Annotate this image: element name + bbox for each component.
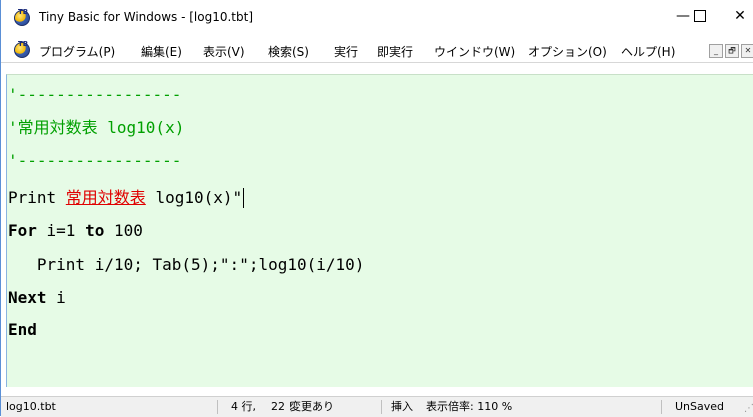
menu-edit[interactable]: 編集(E): [141, 43, 182, 60]
code-line-1: '-----------------: [8, 85, 182, 104]
syntax-error-token: 常用対数表: [65, 188, 146, 207]
code-line-4: Print 常用対数表 log10(x)": [8, 188, 245, 208]
menu-options[interactable]: オプション(O): [528, 43, 607, 60]
status-divider: [381, 400, 382, 414]
code-token: i: [46, 288, 66, 307]
code-line-8: End: [8, 320, 37, 340]
code-line-6: Print i/10; Tab(5);":";log10(i/10): [8, 255, 365, 274]
mdi-minimize-button[interactable]: _: [709, 44, 723, 58]
status-divider: [661, 400, 662, 414]
keyword-next: Next: [8, 288, 47, 307]
app-window: TB Tiny Basic for Windows - [log10.tbt] …: [0, 0, 753, 417]
menu-bar: TB プログラム(P) 編集(E) 表示(V) 検索(S) 実行 即実行 ウイン…: [1, 38, 753, 63]
resize-grip-icon[interactable]: ⋰: [744, 403, 753, 414]
code-line-3: '-----------------: [8, 151, 182, 170]
status-filename: log10.tbt: [6, 400, 56, 413]
code-token: i=1: [36, 221, 86, 240]
status-bar: log10.tbt 4 行, 22 ! 変更あり 挿入 表示倍率: 110 % …: [1, 396, 753, 417]
code-token: Print: [8, 188, 66, 207]
status-insert-mode: 挿入: [391, 400, 413, 413]
close-button[interactable]: ✕: [717, 0, 753, 32]
code-line-7: Next i: [8, 288, 66, 308]
app-logo-icon: TB: [14, 8, 30, 26]
title-bar[interactable]: TB Tiny Basic for Windows - [log10.tbt] …: [1, 0, 753, 38]
code-token: 100: [104, 221, 143, 240]
menu-view[interactable]: 表示(V): [203, 43, 245, 60]
text-caret: [243, 188, 245, 208]
mdi-close-button[interactable]: ✕: [741, 44, 753, 58]
code-line-5: For i=1 to 100: [8, 221, 143, 241]
menu-help[interactable]: ヘルプ(H): [621, 43, 675, 60]
keyword-end: End: [8, 320, 37, 339]
status-divider: [217, 400, 218, 414]
menu-window[interactable]: ウインドウ(W): [434, 43, 515, 60]
code-editor[interactable]: '----------------- '常用対数表 log10(x) '----…: [6, 74, 753, 387]
menu-run[interactable]: 実行: [334, 43, 358, 60]
menu-program[interactable]: プログラム(P): [39, 43, 115, 60]
menu-search[interactable]: 検索(S): [268, 43, 309, 60]
mdi-restore-button[interactable]: 🗗: [725, 44, 739, 58]
status-line: 4 行,: [231, 400, 256, 413]
status-modified: 変更あり: [290, 400, 334, 413]
maximize-icon: [694, 10, 706, 22]
status-save-state: UnSaved: [675, 400, 725, 413]
window-title: Tiny Basic for Windows - [log10.tbt]: [39, 10, 254, 24]
keyword-to: to: [85, 221, 105, 240]
menu-immediate-run[interactable]: 即実行: [377, 43, 413, 60]
status-zoom: 表示倍率: 110 %: [426, 400, 513, 413]
document-system-menu-icon[interactable]: TB: [14, 40, 30, 58]
code-token: log10(x)": [145, 188, 243, 207]
keyword-for: For: [8, 221, 37, 240]
code-line-2: '常用対数表 log10(x): [8, 118, 185, 137]
